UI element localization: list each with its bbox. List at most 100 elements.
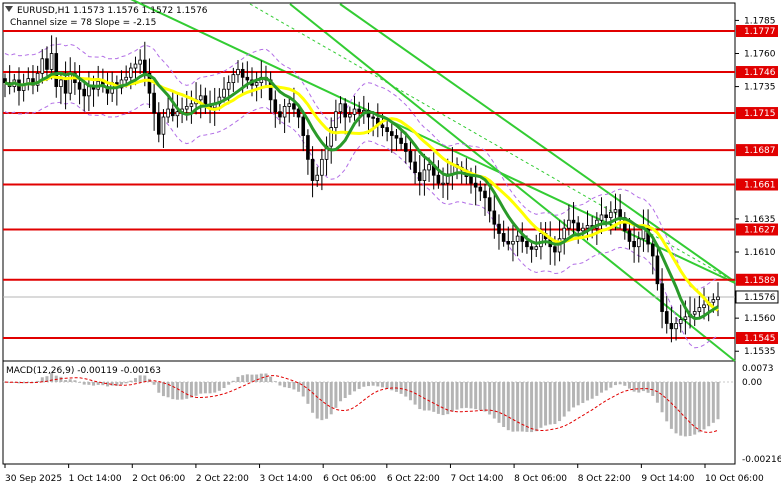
macd-bar (679, 382, 683, 436)
level-label: 1.1777 (744, 27, 776, 37)
macd-bar (702, 382, 706, 430)
macd-bar (474, 382, 478, 410)
macd-bar (665, 382, 669, 422)
time-tick-label: 3 Oct 14:00 (260, 474, 313, 484)
candle-body (310, 158, 315, 181)
symbol-info: EURUSD,H1 1.1573 1.1576 1.1572 1.1576 (17, 6, 208, 16)
macd-bar (217, 382, 221, 391)
price-tick-label: 1.1735 (744, 83, 776, 93)
macd-bar (189, 382, 193, 398)
macd-bar (129, 380, 133, 382)
macd-bar (502, 382, 506, 427)
candle-body (45, 58, 49, 70)
macd-bar (450, 382, 454, 412)
candle-body (287, 103, 292, 107)
macd-bar (488, 382, 492, 415)
macd-bar (595, 382, 599, 396)
candle-body (231, 74, 236, 84)
macd-bar (36, 380, 40, 382)
macd-bar (334, 382, 338, 408)
macd-bar (581, 382, 585, 403)
macd-bar (427, 382, 431, 411)
candle-body (40, 58, 45, 74)
macd-bar (133, 378, 137, 382)
time-tick-label: 8 Oct 06:00 (514, 474, 567, 484)
macd-bar (646, 382, 650, 393)
macd-bar (525, 382, 529, 432)
macd-bar (357, 382, 361, 389)
macd-bar (40, 377, 44, 382)
candle-body (138, 59, 142, 65)
macd-bar (152, 382, 156, 385)
candle-body (399, 137, 403, 144)
candle-body (124, 76, 128, 81)
macd-bar (390, 382, 394, 391)
time-tick-label: 8 Oct 22:00 (578, 474, 631, 484)
macd-bar (376, 382, 380, 387)
candle-body (441, 182, 445, 185)
macd-bar (325, 382, 329, 419)
candle-body (198, 95, 203, 101)
candle-body (189, 103, 194, 107)
price-chart[interactable]: 1.1777 1.1746 1.1715 1.1687 1.1661 1.1627 1.15… (0, 0, 781, 489)
candle-body (170, 108, 175, 117)
time-tick-label: 6 Oct 06:00 (323, 474, 376, 484)
time-tick-label: 2 Oct 22:00 (196, 474, 249, 484)
candle-body (292, 103, 296, 110)
candle-body (599, 214, 604, 221)
candle-body (54, 53, 59, 87)
candle-body (562, 227, 567, 240)
candle-body (156, 112, 161, 135)
candle-body (408, 151, 413, 163)
macd-label: MACD(12,26,9) -0.00119 -0.00163 (6, 366, 161, 376)
candle-body (152, 92, 156, 114)
macd-bar (394, 382, 398, 392)
level-label: 1.1627 (744, 225, 776, 235)
candle-body (529, 246, 534, 250)
macd-bar (618, 382, 622, 385)
macd-bar (353, 382, 357, 392)
candle-body (664, 311, 669, 324)
price-tick-label: 1.1785 (744, 16, 776, 26)
macd-bar (339, 382, 343, 402)
candle-body (553, 246, 557, 253)
candle-body (683, 316, 688, 320)
macd-bar (627, 382, 631, 389)
macd-scale-label: 0.0073 (742, 364, 774, 374)
candle-body (63, 79, 68, 94)
candle-body (403, 143, 408, 152)
macd-bar (441, 382, 445, 416)
macd-bar (469, 382, 473, 409)
time-tick-label: 6 Oct 22:00 (387, 474, 440, 484)
macd-bar (59, 376, 63, 382)
macd-bar (203, 382, 207, 394)
macd-bar (655, 382, 659, 403)
macd-bar (464, 382, 468, 408)
macd-bar (436, 382, 440, 414)
macd-bar (586, 382, 590, 401)
candle-body (632, 241, 636, 248)
candle-body (222, 88, 226, 98)
macd-bar (362, 382, 366, 387)
macd-bar (185, 382, 189, 399)
macd-bar (613, 382, 617, 386)
price-tick-label: 1.1635 (744, 215, 776, 225)
macd-bar (213, 382, 217, 393)
candle-body (674, 323, 678, 330)
macd-bar (660, 382, 664, 413)
candle-body (711, 299, 716, 303)
macd-bar (553, 382, 557, 425)
macd-bar (688, 382, 692, 436)
level-label: 1.1661 (744, 181, 776, 191)
candle-body (245, 76, 250, 81)
macd-bar (548, 382, 552, 425)
candle-body (660, 283, 664, 312)
macd-bar (506, 382, 510, 431)
macd-bar (250, 374, 254, 382)
candle-body (525, 241, 529, 248)
candle-body (77, 82, 82, 90)
macd-bar (273, 381, 277, 382)
macd-bar (637, 382, 641, 393)
macd-bar (269, 376, 273, 382)
macd-bar (609, 382, 613, 388)
